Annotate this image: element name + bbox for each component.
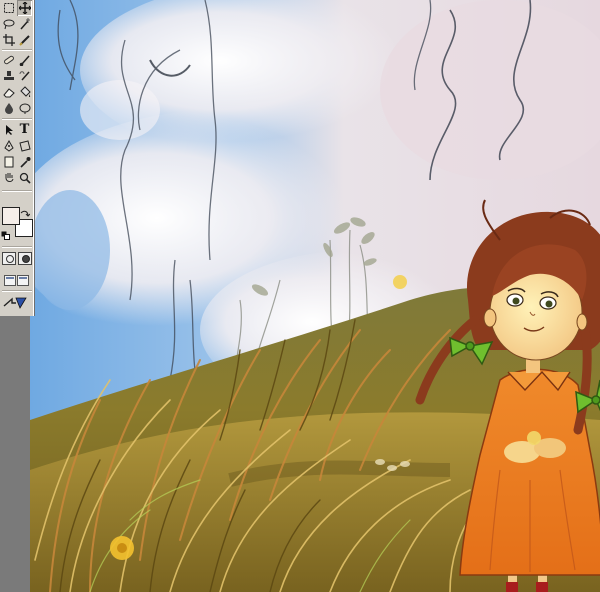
- foreground-color-swatch[interactable]: [2, 207, 20, 225]
- eraser-icon: [2, 88, 15, 98]
- crop-tool[interactable]: [1, 32, 16, 48]
- move-tool[interactable]: [17, 0, 32, 16]
- slice-tool[interactable]: [17, 32, 32, 48]
- path-selection-icon: [5, 125, 13, 135]
- eyedropper-tool[interactable]: [17, 154, 32, 170]
- slice-icon: [18, 35, 30, 46]
- jump-to-icon: [3, 297, 27, 309]
- eraser-tool[interactable]: [1, 84, 16, 100]
- notes-icon: [4, 156, 13, 168]
- standard-screen-mode-button[interactable]: [4, 275, 16, 286]
- tools-panel: T: [0, 0, 35, 316]
- eyedropper-icon: [19, 157, 30, 168]
- toolbox-separator: [2, 290, 32, 292]
- jump-to-button[interactable]: [2, 295, 30, 309]
- blur-tool[interactable]: [1, 100, 16, 116]
- quick-mask-button[interactable]: [18, 252, 32, 265]
- painting-artwork: [30, 0, 600, 592]
- toolbox-separator: [2, 246, 32, 248]
- crop-icon: [2, 34, 15, 46]
- hand-tool[interactable]: [1, 170, 16, 186]
- clone-stamp-tool[interactable]: [1, 68, 16, 84]
- paint-bucket-icon: [19, 86, 31, 97]
- lasso-icon: [3, 19, 14, 30]
- toolbox-separator: [2, 118, 32, 120]
- pen-tool[interactable]: [1, 138, 16, 154]
- default-colors-icon[interactable]: [1, 226, 11, 240]
- zoom-icon: [19, 172, 31, 184]
- shape-tool[interactable]: [17, 138, 32, 154]
- toolbox-separator: [2, 190, 32, 192]
- custom-shape-icon: [18, 140, 31, 152]
- document-canvas[interactable]: [30, 0, 600, 592]
- stamp-icon: [3, 71, 14, 80]
- notes-tool[interactable]: [1, 154, 16, 170]
- marquee-tool[interactable]: [1, 0, 16, 16]
- dodge-tool[interactable]: [17, 100, 32, 116]
- history-brush-icon: [19, 71, 30, 81]
- pen-icon: [3, 140, 14, 152]
- standard-mode-button[interactable]: [2, 252, 16, 265]
- full-screen-mode-button[interactable]: [17, 275, 29, 286]
- paint-bucket-tool[interactable]: [17, 84, 32, 100]
- move-icon: [18, 2, 31, 14]
- workspace-background: [0, 316, 30, 592]
- bandage-icon: [3, 55, 14, 65]
- type-tool[interactable]: T: [17, 122, 32, 138]
- swap-colors-icon[interactable]: [20, 205, 31, 217]
- hand-icon: [5, 173, 13, 182]
- magic-wand-icon: [19, 18, 30, 30]
- healing-brush-tool[interactable]: [1, 52, 16, 68]
- dodge-icon: [19, 103, 30, 114]
- toolbox-separator: [2, 49, 32, 51]
- brush-icon: [19, 55, 30, 66]
- path-selection-tool[interactable]: [1, 122, 16, 138]
- zoom-tool[interactable]: [17, 170, 32, 186]
- brush-tool[interactable]: [17, 52, 32, 68]
- marquee-icon: [3, 3, 14, 13]
- lasso-tool[interactable]: [1, 16, 16, 32]
- history-brush-tool[interactable]: [17, 68, 32, 84]
- blur-drop-icon: [4, 103, 13, 114]
- magic-wand-tool[interactable]: [17, 16, 32, 32]
- type-icon: T: [19, 122, 30, 137]
